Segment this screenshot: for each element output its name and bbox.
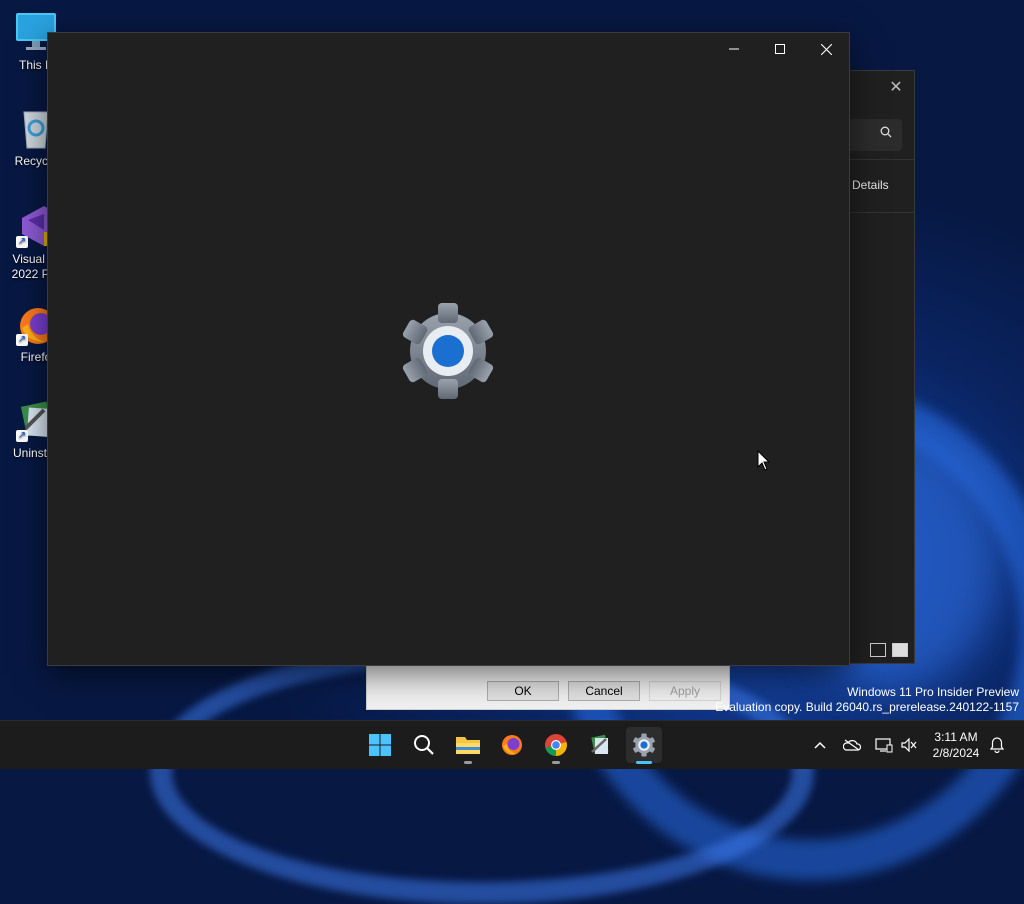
divider — [848, 212, 914, 213]
shortcut-arrow-icon: ↗ — [16, 236, 28, 248]
onedrive-tray-button[interactable] — [840, 721, 864, 769]
maximize-icon — [775, 44, 785, 54]
taskbar-chrome[interactable] — [538, 727, 574, 764]
close-button[interactable] — [803, 33, 849, 65]
taskbar-uninstaller[interactable] — [582, 727, 618, 763]
firefox-icon — [502, 735, 522, 755]
volume-muted-icon — [901, 738, 917, 752]
minimize-button[interactable] — [711, 33, 757, 65]
start-icon — [369, 734, 391, 756]
minimize-icon — [729, 48, 739, 50]
background-window-search-box[interactable] — [848, 119, 902, 151]
cancel-button[interactable]: Cancel — [568, 681, 640, 701]
settings-gear-icon — [398, 301, 498, 401]
background-settings-window: ✕ Details — [848, 70, 915, 664]
taskbar-file-explorer[interactable] — [450, 727, 486, 764]
running-indicator — [464, 761, 472, 764]
file-explorer-icon — [456, 737, 480, 754]
taskbar: 3:11 AM 2/8/2024 — [0, 720, 1024, 769]
clock-date: 2/8/2024 — [932, 746, 980, 760]
divider — [848, 159, 914, 160]
watermark-line: Windows 11 Pro Insider Preview — [847, 685, 1019, 699]
taskbar-clock[interactable]: 3:11 AM 2/8/2024 — [924, 729, 988, 761]
onedrive-icon — [843, 739, 861, 751]
evaluation-watermark: Windows 11 Pro Insider Preview Evaluatio… — [715, 685, 1019, 715]
taskbar-settings[interactable] — [626, 727, 662, 764]
close-icon — [820, 43, 832, 55]
chrome-icon — [545, 734, 567, 756]
apply-button[interactable]: Apply — [649, 681, 721, 701]
settings-icon — [633, 733, 655, 757]
mouse-cursor-icon — [757, 450, 771, 471]
shortcut-arrow-icon: ↗ — [16, 430, 28, 442]
active-indicator — [636, 761, 652, 764]
search-icon — [880, 126, 892, 141]
details-view-icon[interactable] — [870, 643, 886, 657]
notification-center-button[interactable] — [986, 721, 1008, 769]
taskbar-search-button[interactable] — [406, 727, 442, 763]
clock-time: 3:11 AM — [934, 730, 978, 744]
volume-tray-button[interactable] — [898, 721, 920, 769]
shortcut-arrow-icon: ↗ — [16, 334, 28, 346]
ok-button[interactable]: OK — [487, 681, 559, 701]
taskbar-firefox[interactable] — [494, 727, 530, 763]
background-window-close-button[interactable]: ✕ — [884, 77, 908, 97]
large-icons-view-icon[interactable] — [892, 643, 908, 657]
network-tray-button[interactable] — [872, 721, 896, 769]
watermark-line: Evaluation copy. Build 26040.rs_prerelea… — [715, 700, 1019, 714]
chevron-up-icon — [814, 741, 826, 749]
start-button[interactable] — [362, 727, 398, 763]
notification-icon — [990, 737, 1004, 753]
search-icon — [414, 735, 434, 755]
running-indicator — [552, 761, 560, 764]
maximize-button[interactable] — [757, 33, 803, 65]
network-icon — [875, 738, 893, 753]
settings-window — [47, 32, 850, 666]
show-hidden-icons-button[interactable] — [808, 721, 832, 769]
uninstaller-icon — [591, 734, 609, 755]
details-tab[interactable]: Details — [852, 178, 889, 192]
legacy-dialog-button-strip: OK Cancel Apply — [366, 664, 730, 710]
